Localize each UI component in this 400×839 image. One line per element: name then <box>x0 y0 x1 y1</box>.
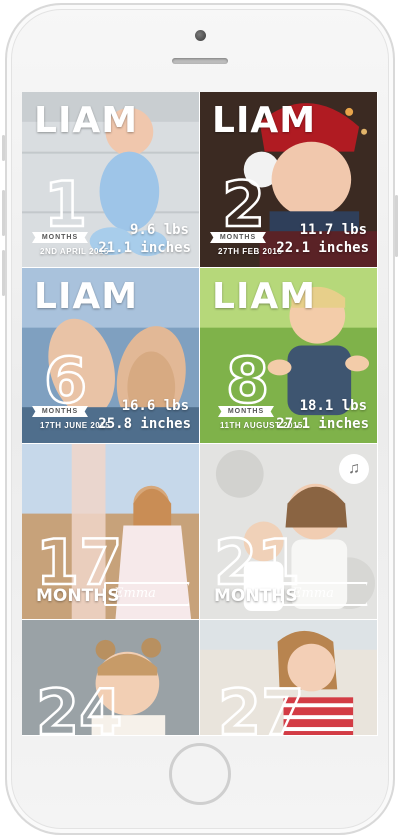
height-label: 25.8 inches <box>98 416 191 432</box>
height-label: 21.1 inches <box>98 240 191 256</box>
child-name-tag: Emma <box>282 582 368 606</box>
milestone-tile[interactable]: 17 MONTHS Emma <box>22 444 200 620</box>
milestone-tile[interactable]: ♫ 21 MONTHS Emma <box>200 444 378 620</box>
months-banner: MONTHS <box>210 232 266 243</box>
height-label: 27.1 inches <box>276 416 369 432</box>
months-banner: MONTHS <box>32 406 88 417</box>
volume-up-button <box>2 190 5 236</box>
milestone-tile[interactable]: 24 <box>22 620 200 736</box>
earpiece-speaker <box>172 58 228 64</box>
mute-switch <box>2 135 5 161</box>
month-number: 1 <box>43 168 89 241</box>
month-number: 8 <box>225 344 271 417</box>
milestone-tile[interactable]: LIAM 2 MONTHS 27TH FEB 2015 11.7 lbs 22.… <box>200 92 378 268</box>
home-button[interactable] <box>169 743 231 805</box>
front-camera <box>195 30 206 41</box>
volume-down-button <box>2 250 5 296</box>
weight-label: 9.6 lbs <box>129 222 189 238</box>
milestone-tile[interactable]: LIAM 8 MONTHS 11TH AUGUST 2015 18.1 lbs … <box>200 268 378 444</box>
music-bubble-icon[interactable]: ♫ <box>339 454 369 484</box>
baby-name: LIAM <box>212 100 317 141</box>
child-name-tag: Emma <box>104 582 190 606</box>
month-number: 27 <box>217 676 306 736</box>
weight-label: 16.6 lbs <box>121 398 189 414</box>
month-number: 2 <box>221 168 267 241</box>
months-banner: MONTHS <box>32 232 88 243</box>
milestone-date: 27TH FEB 2015 <box>218 247 283 256</box>
baby-name: LIAM <box>34 100 139 141</box>
months-banner: MONTHS <box>218 406 274 417</box>
milestone-tile[interactable]: 27 <box>200 620 378 736</box>
month-number: 6 <box>43 344 89 417</box>
power-button <box>395 195 398 257</box>
baby-name: LIAM <box>34 276 139 317</box>
height-label: 22.1 inches <box>276 240 369 256</box>
month-number: 24 <box>35 676 124 736</box>
milestone-tile[interactable]: LIAM 6 MONTHS 17TH JUNE 2015 16.6 lbs 25… <box>22 268 200 444</box>
baby-name: LIAM <box>212 276 317 317</box>
photo-grid: LIAM 1 MONTHS 2ND APRIL 2015 9.6 lbs 21.… <box>22 92 378 736</box>
weight-label: 18.1 lbs <box>299 398 367 414</box>
milestone-tile[interactable]: LIAM 1 MONTHS 2ND APRIL 2015 9.6 lbs 21.… <box>22 92 200 268</box>
weight-label: 11.7 lbs <box>299 222 367 238</box>
